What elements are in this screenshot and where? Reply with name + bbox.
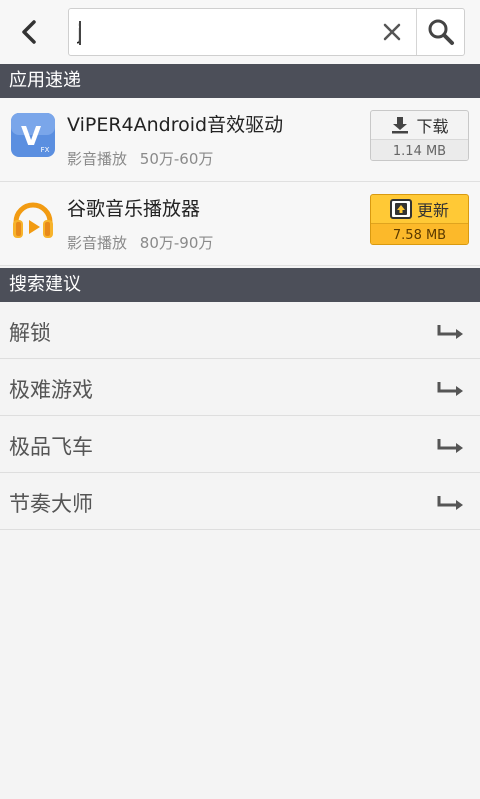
app-meta: 影音播放 50万-60万 (67, 148, 221, 169)
app-category: 影音播放 (67, 150, 128, 168)
svg-text:V: V (21, 122, 41, 152)
app-category: 影音播放 (67, 234, 128, 252)
suggestion-item[interactable]: 极品飞车 (0, 416, 480, 473)
text-cursor (79, 21, 81, 45)
suggestion-item[interactable]: 解锁 (0, 302, 480, 359)
section-header-suggestions: 搜索建议 (0, 268, 480, 302)
fill-query-arrow-icon[interactable] (436, 322, 464, 340)
search-box (68, 8, 465, 56)
fill-query-arrow-icon[interactable] (436, 493, 464, 511)
suggestion-label: 极难游戏 (9, 378, 93, 402)
close-icon (383, 23, 401, 41)
suggestion-item[interactable]: 节奏大师 (0, 473, 480, 530)
update-icon (389, 199, 412, 219)
app-size: 1.14 MB (371, 139, 468, 160)
search-icon (428, 19, 454, 45)
suggestion-label: 节奏大师 (9, 492, 93, 516)
update-button[interactable]: 更新 7.58 MB (370, 194, 469, 245)
update-button-top: 更新 (371, 195, 468, 223)
fill-query-arrow-icon[interactable] (436, 379, 464, 397)
app-size: 7.58 MB (371, 223, 468, 244)
svg-text:FX: FX (41, 146, 50, 154)
top-bar (0, 0, 480, 64)
search-button[interactable] (416, 9, 465, 55)
back-button[interactable] (0, 0, 58, 64)
update-label: 更新 (416, 201, 449, 220)
viper-fx-icon: V FX (11, 113, 55, 157)
search-input[interactable] (77, 9, 367, 55)
clear-button[interactable] (369, 9, 415, 55)
app-row-viper[interactable]: V FX ViPER4Android音效驱动 影音播放 50万-60万 下载 1… (0, 98, 480, 182)
app-name: ViPER4Android音效驱动 (67, 114, 284, 136)
app-downloads: 50万-60万 (139, 150, 214, 168)
download-label: 下载 (416, 117, 449, 136)
app-meta: 影音播放 80万-90万 (67, 232, 221, 253)
section-header-apps: 应用速递 (0, 64, 480, 98)
google-play-music-icon (13, 202, 53, 238)
suggestion-label: 极品飞车 (9, 435, 93, 459)
download-button[interactable]: 下载 1.14 MB (370, 110, 469, 161)
download-icon (392, 117, 409, 134)
app-row-google-music[interactable]: 谷歌音乐播放器 影音播放 80万-90万 更新 7.58 MB (0, 182, 480, 266)
download-button-top: 下载 (371, 111, 468, 139)
app-name: 谷歌音乐播放器 (67, 198, 201, 220)
app-downloads: 80万-90万 (139, 234, 214, 252)
suggestion-label: 解锁 (9, 321, 51, 345)
suggestion-item[interactable]: 极难游戏 (0, 359, 480, 416)
back-arrow-icon (22, 20, 36, 44)
fill-query-arrow-icon[interactable] (436, 436, 464, 454)
